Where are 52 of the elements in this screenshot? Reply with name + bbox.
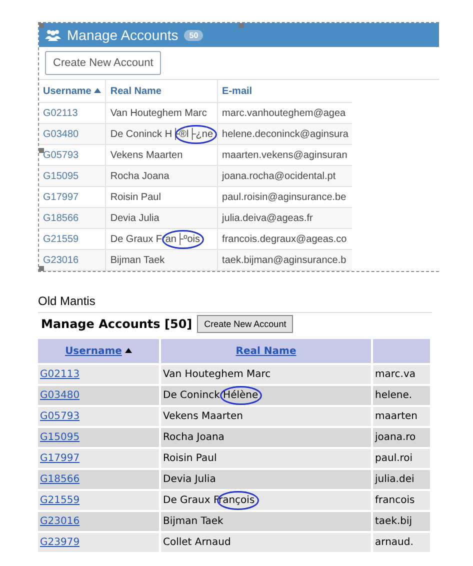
account-id-link[interactable]: G03480 (40, 390, 80, 401)
account-id-link[interactable]: G23016 (39, 250, 106, 270)
name-cell: De Coninck Hélène (160, 385, 372, 406)
account-id-link[interactable]: G17997 (40, 453, 80, 464)
name-cell: Vekens Maarten (160, 406, 372, 427)
users-icon (45, 29, 61, 41)
name-cell: Van Houteghem Marc (160, 364, 372, 385)
account-id-link[interactable]: G15095 (40, 432, 80, 443)
name-cell: Rocha Joana (160, 427, 372, 448)
column-header[interactable]: Username (39, 80, 106, 102)
account-id-link[interactable]: G15095 (39, 166, 106, 186)
panel-title: Manage Accounts (67, 27, 178, 43)
selection-handle[interactable] (39, 23, 44, 28)
account-id-link[interactable]: G23979 (40, 537, 80, 548)
account-id-link[interactable]: G02113 (40, 369, 80, 380)
name-cell: Bijman Taek (106, 250, 218, 270)
account-id-link[interactable]: G21559 (40, 495, 80, 506)
column-header-link[interactable]: Real Name (236, 346, 296, 356)
account-id-link[interactable]: G18566 (39, 208, 106, 228)
email-cell: joana.rocha@ocidental.pt (218, 166, 352, 186)
account-id-link[interactable]: G18566 (40, 474, 80, 485)
column-header[interactable]: Real Name (106, 80, 218, 102)
email-cell: taek.bij (372, 511, 431, 532)
name-cell: Bijman Taek (160, 511, 372, 532)
email-cell: taek.bijman@aginsurance.b (218, 250, 352, 270)
email-cell: joana.ro (372, 427, 431, 448)
email-cell: marc.va (372, 364, 431, 385)
account-id-link[interactable]: G23016 (40, 516, 80, 527)
create-account-button[interactable]: Create New Account (45, 51, 162, 75)
selection-handle[interactable] (239, 23, 244, 28)
selection-handle[interactable] (39, 148, 44, 153)
name-cell: Collet Arnaud (160, 532, 372, 553)
email-cell: paul.roi (372, 448, 431, 469)
name-cell: Devia Julia (106, 208, 218, 228)
column-header[interactable]: E-mail (218, 80, 352, 102)
account-id-link[interactable]: G05793 (40, 411, 80, 422)
count-badge: 50 (184, 30, 204, 40)
panel-title: Manage Accounts [50] (41, 317, 192, 331)
name-cell: Roisin Paul (160, 448, 372, 469)
email-cell: maarten (372, 406, 431, 427)
email-cell: arnaud. (372, 532, 431, 553)
section-label: Old Mantis (38, 294, 96, 308)
create-account-button[interactable]: Create New Account (197, 315, 294, 333)
email-cell: julia.deiva@ageas.fr (218, 208, 352, 228)
selection-handle[interactable] (39, 266, 44, 271)
email-cell: julia.dei (372, 469, 431, 490)
account-id-link[interactable]: G03480 (39, 124, 106, 144)
name-cell: Devia Julia (160, 469, 372, 490)
email-cell: helene.deconinck@aginsura (218, 124, 352, 144)
email-cell: helene. (372, 385, 431, 406)
email-cell: francois (372, 490, 431, 511)
name-cell: Rocha Joana (106, 166, 218, 186)
